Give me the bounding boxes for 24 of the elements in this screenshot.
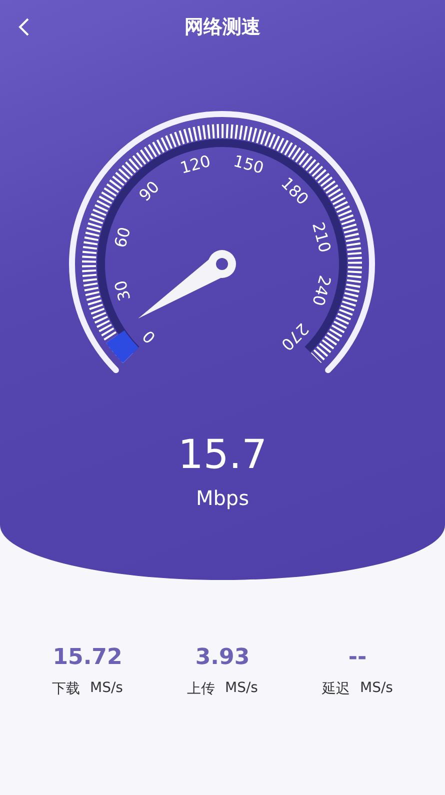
stat-value: 3.93 [195,645,250,670]
stat-unit: MS/s [225,680,258,698]
page-title: 网络测速 [184,15,260,40]
scale-label: 60 [110,225,134,250]
scale-label: 270 [277,319,312,354]
scale-label: 210 [308,220,335,255]
stat-value: 15.72 [52,645,122,670]
gauge-fill [106,330,139,363]
scale-label: 120 [178,151,213,178]
speed-value: 15.7 [178,432,268,478]
scale-label: 0 [138,326,160,348]
scale-label: 240 [308,273,335,308]
scale-label: 180 [277,174,312,209]
scale-label: 150 [231,151,266,178]
speed-unit: Mbps [196,486,250,510]
stat-unit: MS/s [90,680,123,698]
back-icon[interactable] [18,17,30,37]
stat-label: 下载 [52,680,80,698]
scale-label: 90 [135,177,163,205]
stat-unit: MS/s [360,680,393,698]
stat-value: -- [348,645,367,670]
scale-label: 30 [110,278,134,303]
stat-label: 延迟 [322,680,350,698]
stat-label: 上传 [187,680,215,698]
